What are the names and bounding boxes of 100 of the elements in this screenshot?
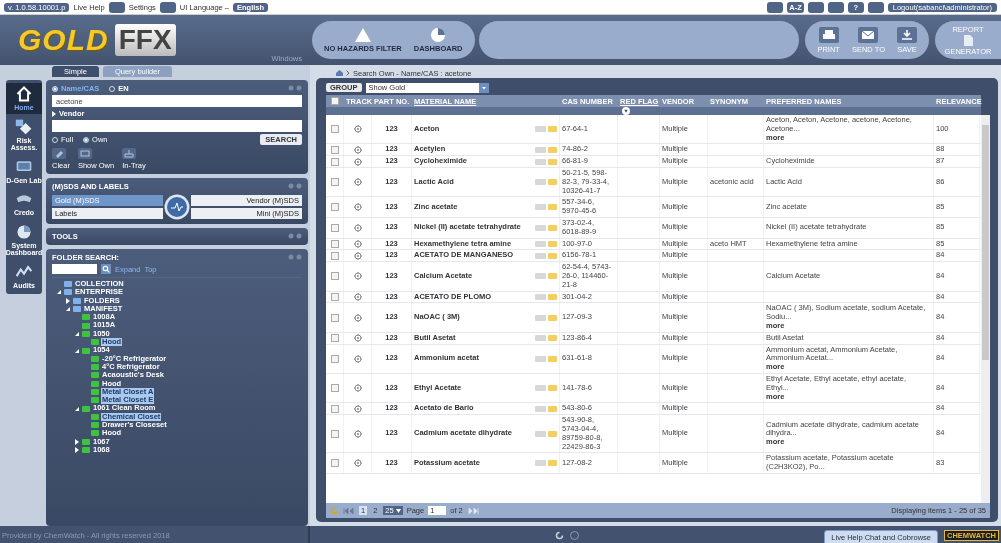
- target-icon[interactable]: [353, 251, 362, 260]
- target-icon[interactable]: [353, 203, 362, 212]
- expand-arrow-icon[interactable]: [74, 347, 80, 354]
- next-last-icon[interactable]: [466, 507, 479, 514]
- document-icon: [963, 34, 973, 46]
- sds-icon[interactable]: [535, 385, 546, 392]
- vendor-field[interactable]: [52, 120, 302, 132]
- dropdown-icon[interactable]: [478, 82, 489, 93]
- label-icon[interactable]: [548, 126, 557, 133]
- caret-icon[interactable]: [395, 508, 401, 513]
- sds-icon[interactable]: [535, 179, 546, 186]
- expand-arrow-icon[interactable]: [56, 289, 62, 296]
- row-checkbox[interactable]: [330, 404, 339, 413]
- tray-icon: [122, 148, 137, 159]
- sds-icon[interactable]: [535, 204, 546, 211]
- caret-icon[interactable]: [52, 110, 56, 117]
- target-icon[interactable]: [353, 125, 362, 134]
- row-checkbox[interactable]: [330, 203, 339, 212]
- sds-icon[interactable]: [535, 158, 546, 165]
- sds-icon[interactable]: [535, 293, 546, 300]
- label-icon[interactable]: [548, 293, 557, 300]
- sds-icon[interactable]: [535, 146, 546, 153]
- target-icon[interactable]: [353, 313, 362, 322]
- sds-icon[interactable]: [535, 355, 546, 362]
- row-checkbox[interactable]: [330, 251, 339, 260]
- sds-icon[interactable]: [535, 460, 546, 467]
- row-checkbox[interactable]: [330, 272, 339, 281]
- target-icon[interactable]: [353, 145, 362, 154]
- search-icon[interactable]: [101, 264, 111, 274]
- expand-arrow-icon[interactable]: [74, 330, 80, 337]
- row-checkbox[interactable]: [330, 178, 339, 187]
- row-checkbox[interactable]: [330, 157, 339, 166]
- target-icon[interactable]: [353, 223, 362, 232]
- row-checkbox[interactable]: [330, 384, 339, 393]
- sds-icon[interactable]: [535, 126, 546, 133]
- row-checkbox[interactable]: [330, 429, 339, 438]
- first-prev-icon[interactable]: [343, 507, 355, 514]
- target-icon[interactable]: [353, 429, 362, 438]
- select-all-checkbox[interactable]: [331, 97, 339, 105]
- row-checkbox[interactable]: [330, 459, 339, 468]
- logo-text: FFX: [114, 24, 176, 56]
- expand-arrow-icon[interactable]: [65, 297, 71, 304]
- logo-text: GOLD: [18, 23, 109, 57]
- sds-icon[interactable]: [535, 224, 546, 231]
- label-icon[interactable]: [548, 273, 557, 280]
- row-checkbox[interactable]: [330, 354, 339, 363]
- panel-controls-icon[interactable]: [288, 183, 302, 189]
- envelope-icon: [861, 29, 876, 40]
- window-icon: [77, 148, 92, 159]
- sds-icon[interactable]: [535, 405, 546, 412]
- row-checkbox[interactable]: [330, 313, 339, 322]
- circle-icon[interactable]: [570, 530, 580, 540]
- panel-controls-icon[interactable]: [288, 254, 302, 260]
- target-icon[interactable]: [353, 157, 362, 166]
- label-icon[interactable]: [548, 179, 557, 186]
- home-icon[interactable]: [336, 70, 343, 76]
- row-checkbox[interactable]: [330, 125, 339, 134]
- toggle-knob-icon[interactable]: [164, 194, 190, 220]
- sds-icon[interactable]: [535, 430, 546, 437]
- expand-arrow-icon[interactable]: [74, 447, 80, 454]
- target-icon[interactable]: [353, 334, 362, 343]
- label-icon[interactable]: [548, 405, 557, 412]
- sds-icon[interactable]: [535, 240, 546, 247]
- printer-icon: [821, 29, 836, 40]
- panel-controls-icon[interactable]: [288, 85, 302, 91]
- refresh-icon[interactable]: [555, 530, 565, 540]
- diamond-icon: [15, 117, 33, 136]
- target-icon[interactable]: [353, 459, 362, 468]
- label-icon[interactable]: [548, 314, 557, 321]
- row-checkbox[interactable]: [330, 239, 339, 248]
- target-icon[interactable]: [353, 292, 362, 301]
- expand-arrow-icon[interactable]: [65, 306, 71, 313]
- row-checkbox[interactable]: [330, 292, 339, 301]
- label-icon[interactable]: [548, 204, 557, 211]
- target-icon[interactable]: [353, 272, 362, 281]
- filter-dropdown-icon[interactable]: [622, 107, 630, 115]
- panel-controls-icon[interactable]: [288, 233, 302, 239]
- target-icon[interactable]: [353, 354, 362, 363]
- target-icon[interactable]: [353, 178, 362, 187]
- label-icon[interactable]: [548, 385, 557, 392]
- sds-icon[interactable]: [535, 273, 546, 280]
- label-icon[interactable]: [548, 335, 557, 342]
- label-icon[interactable]: [548, 430, 557, 437]
- sds-icon[interactable]: [535, 314, 546, 321]
- row-checkbox[interactable]: [330, 223, 339, 232]
- target-icon[interactable]: [353, 239, 362, 248]
- sds-icon[interactable]: [535, 335, 546, 342]
- expand-arrow-icon[interactable]: [74, 405, 80, 412]
- target-icon[interactable]: [353, 384, 362, 393]
- label-icon[interactable]: [548, 460, 557, 467]
- expand-arrow-icon[interactable]: [74, 438, 80, 445]
- sds-icon[interactable]: [535, 252, 546, 259]
- label-icon[interactable]: [548, 355, 557, 362]
- scrollbar-thumb[interactable]: [982, 125, 989, 360]
- download-icon: [900, 29, 914, 40]
- row-checkbox[interactable]: [330, 145, 339, 154]
- folder-search-field[interactable]: [52, 264, 97, 274]
- target-icon[interactable]: [353, 404, 362, 413]
- row-checkbox[interactable]: [330, 334, 339, 343]
- pie-chart-icon: [431, 27, 446, 42]
